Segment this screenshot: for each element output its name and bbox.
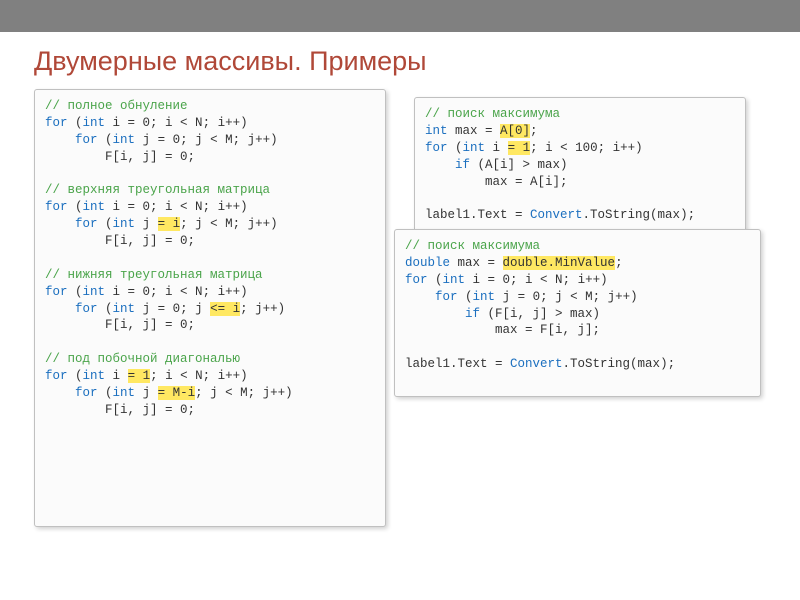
text: ;: [615, 256, 623, 270]
kw-for: for: [435, 290, 458, 304]
text: F[i, j] = 0;: [45, 403, 195, 417]
type-convert: Convert: [510, 357, 563, 371]
text: ; j < M; j++): [195, 386, 293, 400]
kw-int: int: [463, 141, 486, 155]
text: max = F[i, j];: [405, 323, 600, 337]
kw-for: for: [75, 133, 98, 147]
text: F[i, j] = 0;: [45, 234, 195, 248]
kw-int: int: [113, 302, 136, 316]
text: .ToString(max);: [563, 357, 676, 371]
text: F[i, j] = 0;: [45, 318, 195, 332]
highlight: = i: [158, 217, 181, 231]
kw-int: int: [83, 116, 106, 130]
text: max = A[i];: [425, 175, 568, 189]
kw-int: int: [83, 285, 106, 299]
kw-int: int: [113, 386, 136, 400]
kw-int: int: [113, 133, 136, 147]
kw-for: for: [405, 273, 428, 287]
kw-int: int: [83, 200, 106, 214]
highlight: double.MinValue: [503, 256, 616, 270]
text: ; i < N; i++): [150, 369, 248, 383]
text: (A[i] > max): [470, 158, 568, 172]
top-header-bar: [0, 0, 800, 32]
slide-body: Двумерные массивы. Примеры // полное обн…: [0, 32, 800, 579]
text: ; j++): [240, 302, 285, 316]
text: j: [135, 386, 158, 400]
kw-if: if: [465, 307, 480, 321]
text: i = 0; i < N; i++): [105, 116, 248, 130]
comment: // поиск максимума: [405, 239, 540, 253]
kw-if: if: [455, 158, 470, 172]
comment: // полное обнуление: [45, 99, 188, 113]
code-box-left: // полное обнуление for (int i = 0; i < …: [34, 89, 386, 527]
highlight: <= i: [210, 302, 240, 316]
text: j = 0; j: [135, 302, 210, 316]
kw-for: for: [75, 302, 98, 316]
kw-double: double: [405, 256, 450, 270]
text: label1.Text =: [405, 357, 510, 371]
highlight: A[0]: [500, 124, 530, 138]
text: j: [135, 217, 158, 231]
text: (F[i, j] > max): [480, 307, 600, 321]
text: label1.Text =: [425, 208, 530, 222]
kw-for: for: [75, 217, 98, 231]
kw-for: for: [45, 116, 68, 130]
comment: // под побочной диагональю: [45, 352, 240, 366]
text: i: [105, 369, 128, 383]
text: max =: [448, 124, 501, 138]
kw-for: for: [45, 369, 68, 383]
code-box-right-top: // поиск максимума int max = A[0]; for (…: [414, 97, 746, 233]
text: j = 0; j < M; j++): [495, 290, 638, 304]
text: max =: [450, 256, 503, 270]
kw-for: for: [45, 200, 68, 214]
comment: // поиск максимума: [425, 107, 560, 121]
kw-int: int: [473, 290, 496, 304]
text: i = 0; i < N; i++): [105, 200, 248, 214]
kw-int: int: [443, 273, 466, 287]
highlight: = M-i: [158, 386, 196, 400]
kw-int: int: [113, 217, 136, 231]
kw-for: for: [75, 386, 98, 400]
slide-title: Двумерные массивы. Примеры: [34, 46, 766, 77]
kw-for: for: [425, 141, 448, 155]
code-box-right-bottom: // поиск максимума double max = double.M…: [394, 229, 761, 397]
text: .ToString(max);: [583, 208, 696, 222]
type-convert: Convert: [530, 208, 583, 222]
text: i = 0; i < N; i++): [105, 285, 248, 299]
kw-for: for: [45, 285, 68, 299]
kw-int: int: [83, 369, 106, 383]
text: i = 0; i < N; i++): [465, 273, 608, 287]
kw-int: int: [425, 124, 448, 138]
text: j = 0; j < M; j++): [135, 133, 278, 147]
text: ; i < 100; i++): [530, 141, 643, 155]
code-stage: // полное обнуление for (int i = 0; i < …: [34, 89, 766, 569]
text: ; j < M; j++): [180, 217, 278, 231]
highlight: = 1: [128, 369, 151, 383]
highlight: = 1: [508, 141, 531, 155]
comment: // нижняя треугольная матрица: [45, 268, 263, 282]
text: F[i, j] = 0;: [45, 150, 195, 164]
comment: // верхняя треугольная матрица: [45, 183, 270, 197]
text: i: [485, 141, 508, 155]
text: ;: [530, 124, 538, 138]
